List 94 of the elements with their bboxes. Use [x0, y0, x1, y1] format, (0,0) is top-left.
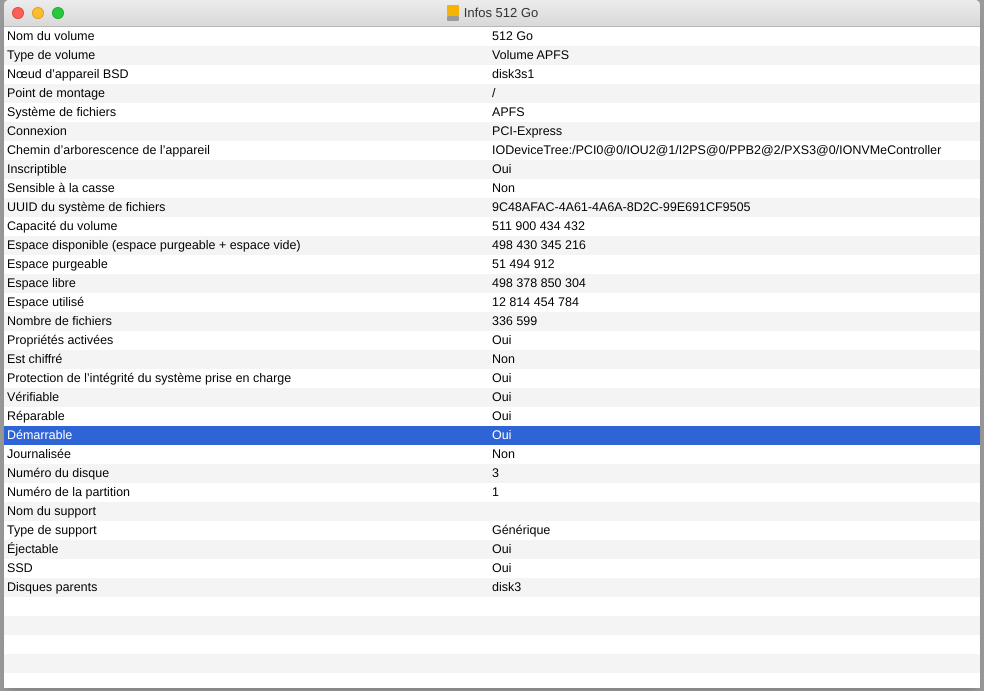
property-value: 511 900 434 432 — [492, 218, 585, 236]
table-row[interactable]: Point de montage / — [4, 84, 980, 103]
table-row[interactable]: Nœud d’appareil BSD disk3s1 — [4, 65, 980, 84]
table-row[interactable]: Type de support Générique — [4, 521, 980, 540]
property-value: Non — [492, 446, 515, 464]
property-value: 12 814 454 784 — [492, 294, 579, 312]
table-row[interactable]: Réparable Oui — [4, 407, 980, 426]
table-row[interactable]: Propriétés activées Oui — [4, 331, 980, 350]
property-value: 9C48AFAC-4A61-4A6A-8D2C-99E691CF9505 — [492, 199, 750, 216]
table-row[interactable]: Inscriptible Oui — [4, 160, 980, 179]
property-label: Inscriptible — [6, 161, 68, 178]
table-row[interactable]: Système de fichiers APFS — [4, 103, 980, 122]
property-value: 51 494 912 — [492, 256, 555, 274]
property-label: Protection de l’intégrité du système prise en charge — [6, 370, 292, 388]
table-row[interactable]: Numéro du disque 3 — [4, 464, 980, 483]
table-row[interactable]: Démarrable Oui — [4, 426, 980, 445]
property-value: Oui — [492, 427, 512, 444]
table-row[interactable]: Est chiffré Non — [4, 350, 980, 369]
table-row[interactable]: Type de volume Volume APFS — [4, 46, 980, 65]
drive-icon — [446, 5, 460, 21]
property-value: Oui — [492, 370, 512, 388]
property-label: Nœud d’appareil BSD — [6, 66, 130, 84]
property-label: Vérifiable — [6, 389, 60, 406]
property-label: SSD — [6, 560, 34, 578]
table-row[interactable]: Numéro de la partition 1 — [4, 483, 980, 502]
property-value: Générique — [492, 522, 550, 540]
close-button[interactable] — [12, 7, 24, 19]
table-row[interactable]: Disques parents disk3 — [4, 578, 980, 597]
table-row[interactable]: Protection de l’intégrité du système prise en charge Oui — [4, 369, 980, 388]
property-label: Disques parents — [6, 579, 98, 596]
property-value: IODeviceTree:/PCI0@0/IOU2@1/I2PS@0/PPB2@2/PXS3@0/IONVMeController — [492, 142, 942, 160]
property-label: Numéro du disque — [6, 465, 110, 482]
property-value: Non — [492, 180, 515, 198]
property-value: Non — [492, 351, 515, 368]
property-label: Est chiffré — [6, 351, 64, 368]
table-row[interactable]: Espace disponible (espace purgeable + espace vide) 498 430 345 216 — [4, 236, 980, 255]
table-row[interactable]: Connexion PCI-Express — [4, 122, 980, 141]
property-label: Chemin d’arborescence de l’appareil — [6, 142, 211, 160]
property-label: Propriétés activées — [6, 332, 114, 350]
property-label: Type de volume — [6, 47, 96, 64]
window-title: Infos 512 Go — [464, 4, 538, 22]
property-value: Oui — [492, 541, 512, 558]
property-value: Oui — [492, 332, 512, 350]
table-row[interactable]: Éjectable Oui — [4, 540, 980, 559]
table-row[interactable]: Vérifiable Oui — [4, 388, 980, 407]
table-row[interactable]: Journalisée Non — [4, 445, 980, 464]
property-value: 336 599 — [492, 313, 538, 330]
property-value: 498 378 850 304 — [492, 275, 586, 292]
property-value: disk3 — [492, 579, 522, 596]
property-label: UUID du système de fichiers — [6, 199, 166, 216]
property-label: Capacité du volume — [6, 218, 118, 236]
table-row[interactable]: SSD Oui — [4, 559, 980, 578]
table-row[interactable]: Nombre de fichiers 336 599 — [4, 312, 980, 331]
property-value: 1 — [492, 484, 499, 502]
property-label: Espace disponible (espace purgeable + espace vide) — [6, 237, 302, 254]
property-value: Oui — [492, 560, 512, 578]
property-value: / — [492, 85, 496, 102]
table-row[interactable]: Nom du volume 512 Go — [4, 27, 980, 46]
property-value: 498 430 345 216 — [492, 237, 586, 254]
property-value: APFS — [492, 104, 525, 122]
property-label: Espace libre — [6, 275, 77, 292]
property-label: Éjectable — [6, 541, 60, 558]
property-label: Espace purgeable — [6, 256, 109, 274]
property-label: Démarrable — [6, 427, 74, 444]
table-row[interactable]: Espace libre 498 378 850 304 — [4, 274, 980, 293]
zoom-button[interactable] — [52, 7, 64, 19]
property-label: Numéro de la partition — [6, 484, 131, 502]
property-label: Point de montage — [6, 85, 106, 102]
property-label: Journalisée — [6, 446, 72, 464]
property-value: Oui — [492, 389, 512, 406]
property-value: Volume APFS — [492, 47, 570, 64]
property-value: PCI-Express — [492, 123, 562, 140]
property-value: 512 Go — [492, 28, 534, 46]
table-row[interactable]: Nom du support — [4, 502, 980, 521]
property-label: Sensible à la casse — [6, 180, 116, 198]
property-label: Type de support — [6, 522, 98, 540]
property-label: Nom du support — [6, 503, 97, 520]
table-row[interactable]: Espace utilisé 12 814 454 784 — [4, 293, 980, 312]
minimize-button[interactable] — [32, 7, 44, 19]
property-label: Nombre de fichiers — [6, 313, 113, 330]
property-label: Système de fichiers — [6, 104, 118, 122]
table-row[interactable]: Sensible à la casse Non — [4, 179, 980, 198]
table-row[interactable]: Espace purgeable 51 494 912 — [4, 255, 980, 274]
property-value: Oui — [492, 161, 512, 178]
property-label: Connexion — [6, 123, 68, 140]
property-value: 3 — [492, 465, 499, 482]
property-label: Nom du volume — [6, 28, 96, 46]
table-row[interactable]: Chemin d’arborescence de l’appareil IODeviceTree:/PCI0@0/IOU2@1/I2PS@0/PPB2@2/PXS3@0/IONVMeController — [4, 141, 980, 160]
table-row[interactable]: UUID du système de fichiers 9C48AFAC-4A61-4A6A-8D2C-99E691CF9505 — [4, 198, 980, 217]
property-value: Oui — [492, 408, 512, 426]
property-value: disk3s1 — [492, 66, 534, 84]
property-label: Réparable — [6, 408, 66, 426]
property-label: Espace utilisé — [6, 294, 86, 312]
table-row[interactable]: Capacité du volume 511 900 434 432 — [4, 217, 980, 236]
